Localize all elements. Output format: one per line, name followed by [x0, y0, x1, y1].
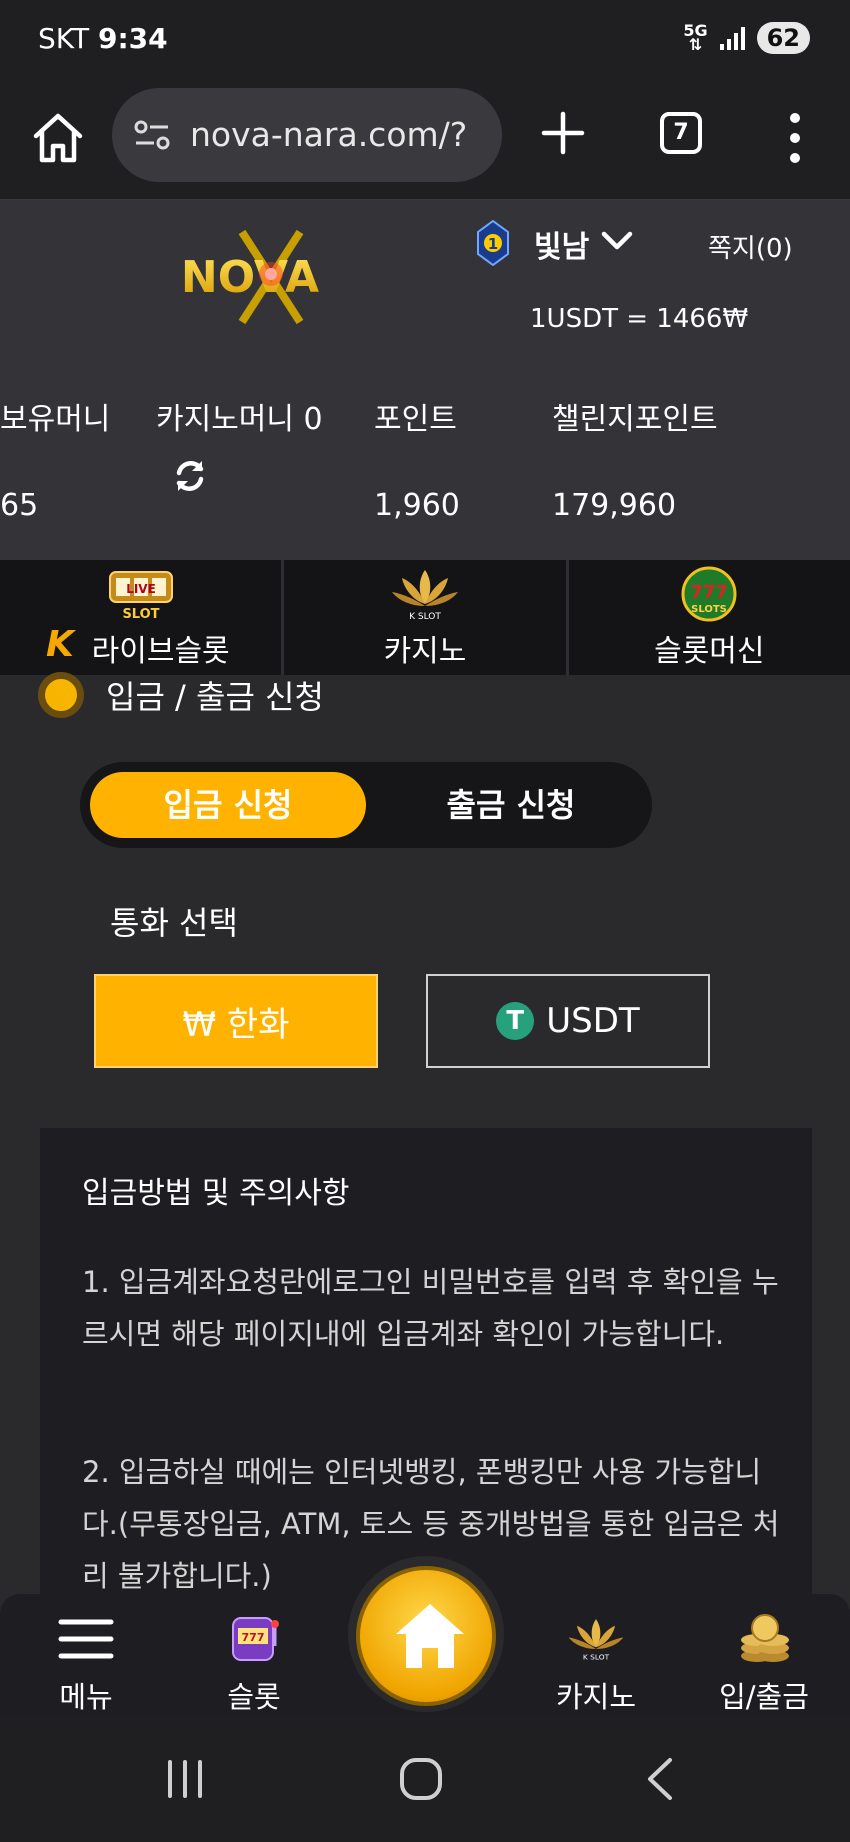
android-nav-bar	[0, 1716, 850, 1842]
status-right: 5G ⇅ 62	[683, 22, 810, 54]
svg-text:777: 777	[691, 582, 729, 603]
messages-link[interactable]: 쪽지(0)	[708, 228, 793, 265]
nav-slot-machine-label: 슬롯머신	[654, 634, 765, 669]
refresh-icon[interactable]	[172, 458, 208, 494]
chevron-down-icon[interactable]	[600, 230, 634, 252]
coins-icon	[741, 1614, 789, 1662]
browser-home-icon[interactable]	[30, 110, 86, 166]
777-slots-icon: 777 SLOTS	[681, 566, 737, 622]
site-settings-icon[interactable]	[134, 118, 170, 152]
svg-text:1: 1	[488, 235, 498, 253]
bottom-nav-casino-label: 카지노	[555, 1680, 637, 1714]
currency-select-label: 통화 선택	[110, 904, 238, 942]
bottom-nav-menu-label: 메뉴	[59, 1680, 113, 1714]
network-5g-icon: 5G ⇅	[683, 21, 708, 54]
address-bar[interactable]: nova-nara.com/?	[112, 88, 502, 182]
challenge-points-label: 챌린지포인트	[552, 402, 718, 437]
live-slot-icon: LIVE SLOT	[108, 571, 173, 622]
nav-slot-machine[interactable]: 777 SLOTS 슬롯머신	[569, 560, 850, 675]
tab-deposit-request[interactable]: 입금 신청	[90, 772, 366, 838]
svg-text:K SLOT: K SLOT	[409, 612, 441, 622]
holding-money-value: 65	[0, 488, 39, 523]
home-icon	[396, 1604, 464, 1668]
bottom-nav-cash-label: 입/출금	[719, 1680, 809, 1714]
nova-logo[interactable]: NOVA	[150, 228, 350, 326]
bottom-nav-menu[interactable]: 메뉴	[16, 1594, 156, 1716]
home-fab-button[interactable]	[356, 1566, 496, 1706]
k-slot-lotus-icon: K SLOT	[568, 1619, 624, 1662]
clock: 9:34	[97, 22, 168, 55]
svg-text:SLOT: SLOT	[122, 607, 159, 622]
currency-usdt-label: USDT	[546, 1001, 640, 1041]
currency-krw-label: ₩ 한화	[182, 1004, 290, 1045]
recent-apps-icon[interactable]	[160, 1756, 210, 1802]
new-tab-icon[interactable]	[538, 108, 588, 158]
status-left: SKT 9:34	[38, 22, 168, 55]
tether-icon: T	[496, 1002, 535, 1040]
browser-toolbar: nova-nara.com/? 7	[0, 82, 850, 200]
deposit-withdraw-toggle: 입금 신청 출금 신청	[80, 762, 652, 848]
url-text[interactable]: nova-nara.com/?	[190, 115, 490, 154]
slot-machine-icon: 777	[232, 1617, 279, 1661]
svg-text:K SLOT: K SLOT	[583, 1653, 610, 1662]
level-badge-icon: 1	[477, 220, 509, 266]
section-dot-icon	[38, 672, 84, 718]
challenge-points-value: 179,960	[552, 488, 677, 523]
site-header: NOVA 1 빛남 쪽지(0) 1USDT = 1466₩ 보유머니 65 카지…	[0, 200, 850, 560]
points-value: 1,960	[374, 488, 460, 523]
battery-indicator: 62	[756, 22, 810, 54]
holding-money-label: 보유머니	[0, 402, 111, 437]
deposit-notice-panel: 입금방법 및 주의사항 1. 입금계좌요청란에로그인 비밀번호를 입력 후 확인…	[40, 1128, 812, 1608]
bottom-nav-cash[interactable]: 입/출금	[694, 1594, 834, 1716]
svg-text:SLOTS: SLOTS	[691, 604, 727, 615]
android-home-icon[interactable]	[396, 1756, 446, 1802]
nav-casino[interactable]: K SLOT 카지노	[284, 560, 569, 675]
currency-krw-button[interactable]: ₩ 한화	[94, 974, 378, 1068]
casino-money-label: 카지노머니 0	[156, 402, 323, 437]
nav-live-slot-label: 라이브슬롯	[91, 634, 230, 669]
tab-withdraw-request[interactable]: 출금 신청	[380, 772, 642, 838]
nav-casino-label: 카지노	[383, 634, 467, 669]
carrier: SKT	[38, 22, 90, 55]
username[interactable]: 빛남	[534, 222, 589, 266]
hamburger-menu-icon	[58, 1619, 114, 1659]
notice-title: 입금방법 및 주의사항	[82, 1176, 350, 1211]
bottom-nav-slot[interactable]: 777 슬롯	[184, 1594, 324, 1716]
notice-item-1: 1. 입금계좌요청란에로그인 비밀번호를 입력 후 확인을 누르시면 해당 페이…	[82, 1265, 779, 1351]
svg-text:LIVE: LIVE	[126, 582, 156, 596]
section-title: 입금 / 출금 신청	[106, 678, 324, 716]
bottom-nav-casino[interactable]: K SLOT 카지노	[526, 1594, 666, 1716]
k-slot-lotus-icon: K SLOT	[391, 570, 458, 622]
status-bar: SKT 9:34 5G ⇅ 62	[0, 0, 850, 82]
back-icon[interactable]	[636, 1756, 686, 1802]
exchange-rate: 1USDT = 1466₩	[530, 304, 749, 334]
points-label: 포인트	[374, 402, 457, 437]
currency-usdt-button[interactable]: T USDT	[426, 974, 710, 1068]
signal-icon	[719, 26, 745, 50]
nav-live-slot[interactable]: LIVE SLOT K 라이브슬롯	[0, 560, 285, 675]
game-category-nav: LIVE SLOT K 라이브슬롯 K SLOT 카지노 777 SLOTS 슬…	[0, 560, 850, 675]
more-menu-icon[interactable]	[780, 110, 810, 166]
tab-switcher-button[interactable]: 7	[660, 112, 702, 154]
section-title-row: 입금 / 출금 신청	[38, 670, 324, 720]
bottom-nav-slot-label: 슬롯	[227, 1680, 281, 1714]
svg-text:NOVA: NOVA	[181, 252, 319, 303]
svg-text:777: 777	[242, 1631, 265, 1644]
